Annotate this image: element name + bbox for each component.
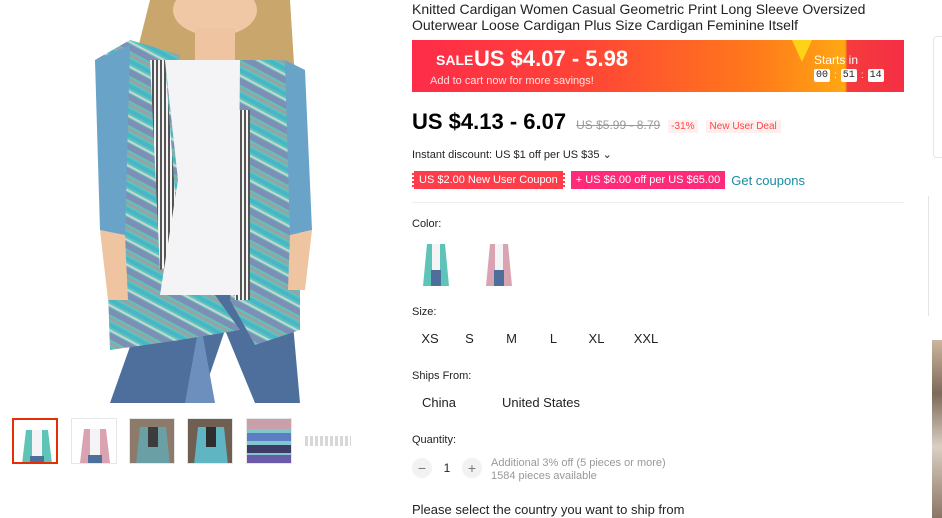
product-title: Knitted Cardigan Women Casual Geometric … [412, 1, 866, 33]
store-coupon[interactable]: + US $6.00 off per US $65.00 [570, 171, 726, 189]
size-option-m[interactable]: M [491, 331, 532, 346]
bulk-discount-note: Additional 3% off (5 pieces or more) [491, 457, 666, 469]
quantity-increase-button[interactable]: + [462, 458, 482, 478]
quantity-stepper: − 1 + [412, 458, 482, 478]
sale-tag: SALE [436, 52, 474, 68]
quantity-decrease-button[interactable]: − [412, 458, 432, 478]
current-price: US $4.13 - 6.07 [412, 109, 567, 134]
sale-corner-decoration [792, 40, 812, 62]
ships-from-united-states[interactable]: United States [502, 395, 580, 410]
color-label: Color: [412, 218, 442, 230]
thumbnail-5[interactable] [246, 418, 292, 464]
side-panel-edge [933, 36, 942, 158]
size-option-l[interactable]: L [532, 331, 575, 346]
quantity-input[interactable]: 1 [432, 461, 462, 475]
pieces-available: 1584 pieces available [491, 470, 597, 482]
price-row: US $4.13 - 6.07 US $5.99 - 8.79 -31% New… [412, 109, 781, 137]
ships-from-options: China United States [412, 395, 604, 410]
countdown-hours: 00 [814, 69, 831, 82]
countdown-separator: : [860, 70, 864, 81]
side-photo-edge [932, 340, 942, 518]
thumbnail-3[interactable] [129, 418, 175, 464]
color-option-blue[interactable] [413, 238, 459, 290]
discount-badge: -31% [668, 120, 698, 133]
main-product-image[interactable] [0, 0, 400, 403]
ships-from-label: Ships From: [412, 370, 472, 382]
quantity-label: Quantity: [412, 434, 457, 446]
new-user-coupon[interactable]: US $2.00 New User Coupon [412, 171, 565, 189]
size-option-xl[interactable]: XL [575, 331, 618, 346]
countdown-minutes: 51 [840, 69, 857, 82]
ship-country-warning: Please select the country you want to sh… [412, 502, 685, 517]
thumbnail-2[interactable] [71, 418, 117, 464]
size-options: XS S M L XL XXL [412, 331, 674, 346]
new-user-deal-badge: New User Deal [705, 120, 781, 133]
sale-subtitle: Add to cart now for more savings! [430, 75, 594, 87]
sale-banner: SALE US $4.07 - 5.98 Add to cart now for… [412, 40, 904, 92]
thumbnail-strip [12, 418, 372, 464]
thumbnail-1[interactable] [12, 418, 58, 464]
size-label: Size: [412, 306, 437, 318]
size-option-xs[interactable]: XS [412, 331, 448, 346]
size-option-s[interactable]: S [448, 331, 491, 346]
sale-price: US $4.07 - 5.98 [474, 46, 629, 71]
color-option-pink[interactable] [476, 238, 522, 290]
thumbnail-4[interactable] [187, 418, 233, 464]
original-price: US $5.99 - 8.79 [576, 118, 661, 132]
countdown-separator: : [834, 70, 837, 81]
countdown-timer: 00 : 51 : 14 [814, 69, 884, 82]
ships-from-china[interactable]: China [412, 395, 466, 410]
starts-in-label: Starts in [814, 53, 859, 67]
thumbnail-more-placeholder [305, 436, 351, 446]
get-coupons-link[interactable]: Get coupons [731, 173, 805, 188]
quantity-info: Additional 3% off (5 pieces or more) 158… [491, 457, 666, 483]
countdown-seconds: 14 [867, 69, 884, 82]
instant-discount-link[interactable]: Instant discount: US $1 off per US $35 ⌄ [412, 148, 612, 161]
size-option-xxl[interactable]: XXL [618, 331, 674, 346]
coupon-row: US $2.00 New User Coupon + US $6.00 off … [412, 170, 805, 190]
side-panel-edge-2 [928, 196, 942, 316]
section-divider [412, 202, 904, 203]
